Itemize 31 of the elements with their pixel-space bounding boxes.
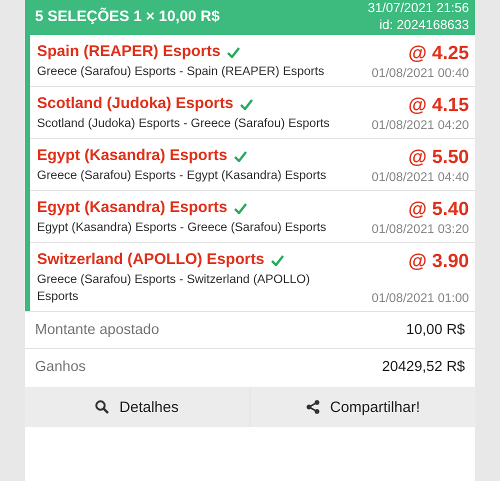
match-date: 01/08/2021 00:40 xyxy=(372,66,469,80)
details-button[interactable]: Detalhes xyxy=(25,387,249,427)
share-icon xyxy=(306,400,320,414)
match-name: Greece (Sarafou) Esports - Switzerland (APOLLO) Esports xyxy=(37,271,311,305)
search-icon xyxy=(95,400,110,414)
selection-pick: Spain (REAPER) Esports xyxy=(37,43,220,61)
slip-id: id: 2024168633 xyxy=(379,16,469,33)
share-button[interactable]: Compartilhar! xyxy=(251,387,475,427)
summary-value: 20429,52 R$ xyxy=(382,359,465,375)
match-date: 01/08/2021 04:40 xyxy=(372,170,469,184)
selection-odd: @ 4.25 xyxy=(408,43,469,65)
match-name: Greece (Sarafou) Esports - Egypt (Kasandra) Esports xyxy=(37,167,328,184)
match-name: Egypt (Kasandra) Esports - Greece (Sarafou) Esports xyxy=(37,219,328,236)
selection-odd: @ 4.15 xyxy=(408,95,469,117)
selection-pick: Scotland (Judoka) Esports xyxy=(37,95,234,113)
summary-value: 10,00 R$ xyxy=(406,322,465,338)
selection-pick: Egypt (Kasandra) Esports xyxy=(37,199,228,217)
match-date: 01/08/2021 01:00 xyxy=(372,291,469,305)
selection-odd: @ 3.90 xyxy=(408,251,469,273)
selection-odd: @ 5.40 xyxy=(408,199,469,221)
slip-datetime: 31/07/2021 21:56 xyxy=(368,0,469,16)
selection-odd: @ 5.50 xyxy=(408,147,469,169)
match-date: 01/08/2021 03:20 xyxy=(372,222,469,236)
selection-pick: Switzerland (APOLLO) Esports xyxy=(37,251,264,269)
summary-label: Ganhos xyxy=(35,359,86,375)
summary-label: Montante apostado xyxy=(35,322,160,338)
match-name: Scotland (Judoka) Esports - Greece (Sarafou) Esports xyxy=(37,115,331,132)
selection-pick: Egypt (Kasandra) Esports xyxy=(37,147,228,165)
slip-title: 5 SELEÇÕES 1 × 10,00 R$ xyxy=(35,8,220,24)
match-date: 01/08/2021 04:20 xyxy=(372,118,469,132)
match-name: Greece (Sarafou) Esports - Spain (REAPER) Esports xyxy=(37,63,326,80)
